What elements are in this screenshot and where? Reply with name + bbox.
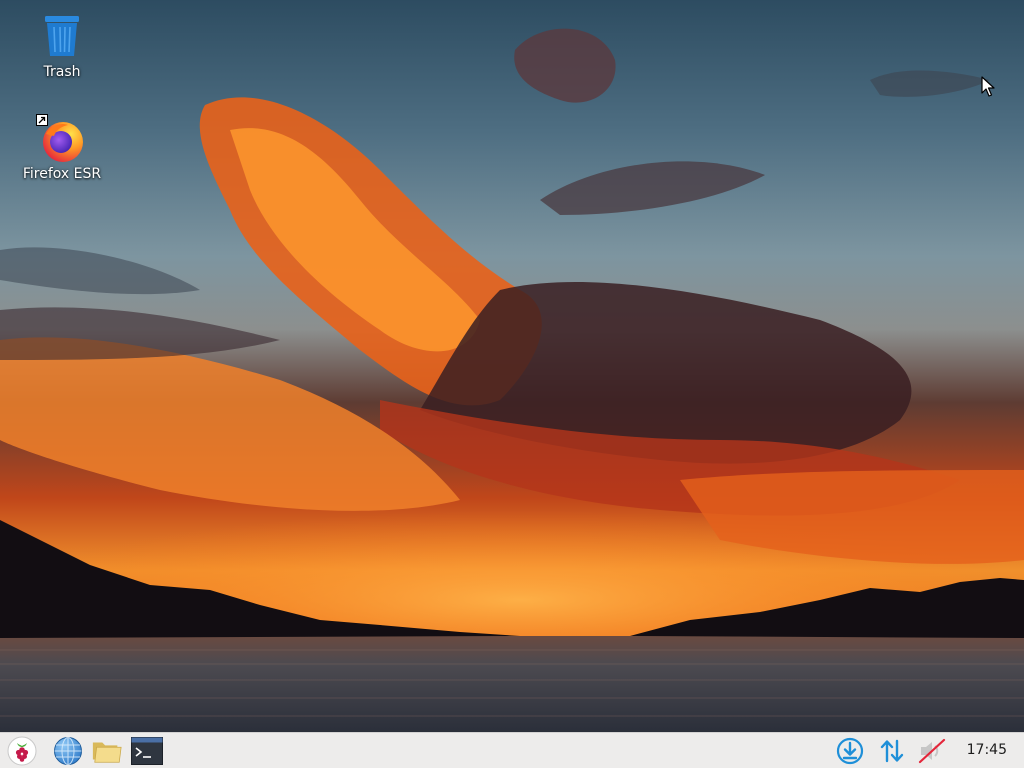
shortcut-arrow-icon [36,114,48,126]
web-browser-launcher[interactable] [52,735,84,767]
volume-tray-button[interactable] [916,735,948,767]
terminal-icon [131,737,163,765]
network-tray-button[interactable] [876,735,908,767]
updates-download-icon [836,737,864,765]
file-manager-launcher[interactable] [91,735,123,767]
clock[interactable]: 17:45 [967,733,1007,769]
file-manager-folder-icon [92,742,122,763]
mouse-pointer-icon [981,76,995,97]
volume-muted-icon [918,738,946,764]
raspberry-pi-menu-icon [7,736,37,766]
raspberry-pi-menu-button[interactable] [6,735,38,767]
updates-tray-button[interactable] [834,735,866,767]
taskbar: 17:45 [0,732,1024,768]
trash-icon [38,14,86,62]
desktop-icon-label: Firefox ESR [22,166,102,182]
terminal-launcher[interactable] [131,735,163,767]
network-updown-arrows-icon [880,739,904,763]
desktop-icon-firefox-esr[interactable]: Firefox ESR [12,114,112,182]
desktop-icon-trash[interactable]: Trash [12,14,112,80]
desktop-icon-label: Trash [43,64,81,80]
web-browser-globe-icon [54,737,82,765]
desktop[interactable]: Trash Firefox ESR [0,0,1024,732]
firefox-icon [36,114,86,164]
wallpaper [0,0,1024,732]
